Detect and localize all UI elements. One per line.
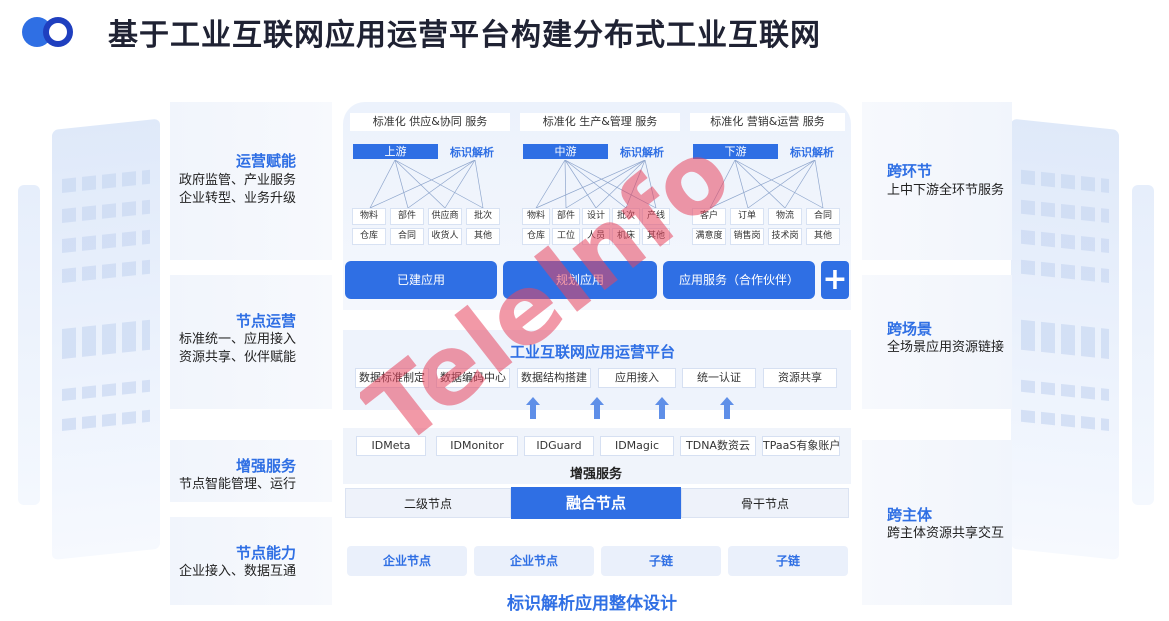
leaf-item: 工位 [552,228,580,245]
left-panel-enhanced-service: 增强服务 节点智能管理、运行 [170,440,332,502]
leaf-item: 满意度 [692,228,726,245]
platform-title: 工业互联网应用运营平台 [510,343,676,361]
leaf-item: 销售岗 [730,228,764,245]
leaf-item: 供应商 [428,208,462,225]
stream-tag: 中游 [523,144,608,159]
left-panel-title: 运营赋能 [235,152,296,170]
enhanced-service-item: TPaaS有象账户 [762,436,840,456]
left-panel-desc: 节点智能管理、运行 [178,477,296,492]
leaf-item: 其他 [466,228,500,245]
leaf-item: 仓库 [522,228,550,245]
left-panel-title: 节点运营 [235,312,296,330]
leaf-item: 仓库 [352,228,386,245]
leaf-item: 产线 [642,208,670,225]
platform-function: 数据结构搭建 [517,368,591,388]
decorative-panel-right [1011,118,1119,560]
leaf-item: 订单 [730,208,764,225]
left-panel-desc: 企业接入、数据互通 [178,564,296,579]
left-panel-node-capability: 节点能力 企业接入、数据互通 [170,517,332,605]
arrow-up-icon [526,397,540,419]
platform-function: 资源共享 [763,368,837,388]
left-panel-desc: 政府监管、产业服务 企业转型、业务升级 [178,173,296,206]
decorative-panel-left [52,118,160,560]
category-label: 标准化 营销&运营 服务 [690,113,845,131]
enhanced-service-item: IDMagic [600,436,674,456]
identifier-resolution-label: 标识解析 [450,146,494,159]
arrow-up-icon [720,397,734,419]
leaf-item: 批次 [612,208,640,225]
arrow-up-icon [655,397,669,419]
enterprise-node: 企业节点 [347,546,467,576]
page-title: 基于工业互联网应用运营平台构建分布式工业互联网 [108,18,821,53]
stream-tag: 上游 [353,144,438,159]
enhanced-service-item: IDMeta [356,436,426,456]
right-panel-title: 跨场景 [887,320,933,338]
leaf-item: 物料 [352,208,386,225]
identifier-resolution-label: 标识解析 [790,146,834,159]
arrow-up-icon [590,397,604,419]
platform-function: 应用接入 [598,368,676,388]
connector-lines [709,160,824,209]
partner-apps-button[interactable]: 应用服务（合作伙伴） [663,261,815,299]
leaf-item: 物料 [522,208,550,225]
right-panel-desc: 跨主体资源共享交互 [887,526,1005,541]
leaf-item: 其他 [806,228,840,245]
leaf-item: 批次 [466,208,500,225]
leaf-item: 机床 [612,228,640,245]
leaf-item: 技术岗 [768,228,802,245]
right-panel-cross-stage: 跨环节 上中下游全环节服务 [862,102,1012,260]
planned-apps-button[interactable]: 规划应用 [503,261,657,299]
leaf-item: 其他 [642,228,670,245]
built-apps-button[interactable]: 已建应用 [345,261,497,299]
category-midstream: 标准化 生产&管理 服务 中游 标识解析 物料 部件 设计 批次 产线 仓库 工… [520,110,680,256]
fusion-node: 融合节点 [511,487,681,519]
leaf-item: 合同 [390,228,424,245]
category-downstream: 标准化 营销&运营 服务 下游 标识解析 客户 订单 物流 合同 满意度 销售岗… [690,110,850,256]
leaf-item: 部件 [390,208,424,225]
right-panel-cross-scene: 跨场景 全场景应用资源链接 [862,275,1012,409]
bottom-title: 标识解析应用整体设计 [507,594,677,614]
enhanced-service-item: TDNA数资云 [680,436,756,456]
stream-tag: 下游 [693,144,778,159]
left-panel-operation-empowerment: 运营赋能 政府监管、产业服务 企业转型、业务升级 [170,102,332,260]
left-panel-title: 增强服务 [235,457,296,475]
left-panel-desc: 标准统一、应用接入 资源共享、伙伴赋能 [178,332,296,365]
platform-function: 数据编码中心 [436,368,510,388]
leaf-item: 部件 [552,208,580,225]
right-panel-desc: 全场景应用资源链接 [887,340,1005,355]
leaf-item: 人员 [582,228,610,245]
right-panel-title: 跨主体 [887,506,933,524]
category-label: 标准化 供应&协同 服务 [350,113,510,131]
enterprise-node: 企业节点 [474,546,594,576]
category-upstream: 标准化 供应&协同 服务 上游 标识解析 物料 部件 供应商 批次 仓库 合同 … [350,110,510,256]
brand-logo-icon [22,17,73,47]
enhanced-service-item: IDGuard [524,436,594,456]
leaf-item: 客户 [692,208,726,225]
decorative-panel-right-outer [1132,185,1154,505]
leaf-item: 合同 [806,208,840,225]
platform-function: 数据标准制定 [355,368,429,388]
enhanced-service-title: 增强服务 [570,467,623,482]
enhanced-service-item: IDMonitor [436,436,518,456]
left-panel-title: 节点能力 [235,544,296,562]
secondary-node: 二级节点 [345,488,511,518]
backbone-node: 骨干节点 [681,488,849,518]
decorative-panel-left-outer [18,185,40,505]
connector-lines [369,160,484,209]
sub-chain: 子链 [601,546,721,576]
connector-lines [535,160,657,209]
leaf-item: 设计 [582,208,610,225]
category-label: 标准化 生产&管理 服务 [520,113,680,131]
left-panel-node-operation: 节点运营 标准统一、应用接入 资源共享、伙伴赋能 [170,275,332,409]
leaf-item: 收货人 [428,228,462,245]
right-panel-title: 跨环节 [887,162,933,180]
sub-chain: 子链 [728,546,848,576]
identifier-resolution-label: 标识解析 [620,146,664,159]
right-panel-desc: 上中下游全环节服务 [887,183,1005,198]
add-app-button[interactable]: + [821,261,849,299]
right-panel-cross-entity: 跨主体 跨主体资源共享交互 [862,440,1012,605]
platform-function: 统一认证 [682,368,756,388]
leaf-item: 物流 [768,208,802,225]
